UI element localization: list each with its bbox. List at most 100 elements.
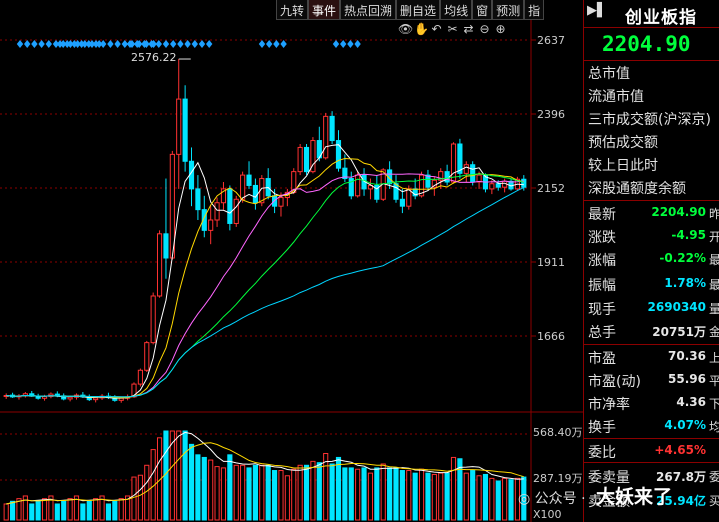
quote-row-label: 换手 [588, 420, 616, 436]
volume-bar [374, 467, 380, 521]
candle-body [278, 197, 284, 207]
candle-body [303, 146, 310, 173]
quote-row-label: 涨跌 [588, 230, 616, 246]
quote-row-value: 2204.90 [651, 205, 706, 219]
volume-bar [93, 498, 99, 521]
volume-bar [176, 430, 182, 521]
hand-icon[interactable]: ✋ [414, 22, 429, 36]
candle-body [329, 115, 335, 142]
candle-body [323, 115, 329, 159]
volume-bar [201, 456, 207, 521]
volume-bar [137, 474, 143, 521]
candle-body [521, 178, 527, 188]
candle-body [144, 342, 150, 371]
volume-bar [399, 470, 405, 521]
quote-row: 市净率 4.36 下 [584, 393, 719, 415]
candle-body [355, 174, 361, 197]
candle-body [227, 188, 233, 224]
chart-background [0, 0, 583, 522]
volume-bar [380, 463, 386, 521]
volume-bar [438, 472, 444, 521]
candle-body [182, 98, 188, 162]
eye-icon[interactable]: 👁 [398, 22, 413, 36]
toolbar-ma-lines[interactable]: 均线 [440, 0, 473, 20]
volume-bar [35, 500, 41, 521]
zoom-out-icon[interactable]: ⊖ [478, 22, 491, 36]
candle-body [176, 98, 182, 155]
volume-bar [476, 475, 482, 521]
quote-row-label: 总手 [588, 325, 616, 341]
volume-bar [61, 500, 67, 521]
quote-row-label: 委比 [588, 445, 616, 461]
toolbar-forecast[interactable]: 预测 [492, 0, 525, 20]
quote-row: 现手 2690340 量 [584, 298, 719, 320]
chart-icon-bar: 👁 ✋ ↶ ✂ ⇄ ⊖ ⊕ [398, 22, 507, 36]
volume-bar [112, 500, 118, 521]
zoom-in-icon[interactable]: ⊕ [494, 22, 507, 36]
volume-bar [182, 430, 188, 521]
volume-bar [265, 464, 271, 521]
quote-panel: ▶▌ 创业板指 2204.90 总市值 流通市值 三市成交额(沪深京) 预估成交… [583, 0, 719, 522]
quote-row-unit: 平 [709, 374, 719, 388]
kline-chart[interactable] [0, 0, 583, 522]
quote-row: 总手 20751万金 [584, 321, 719, 343]
quote-row: 涨跌 -4.95 开 [584, 226, 719, 248]
volume-bar [278, 470, 284, 521]
volume-tick-1: 568.40万 [533, 426, 583, 439]
divider [584, 60, 719, 61]
toolbar-hotspot-review[interactable]: 热点回溯 [340, 0, 397, 20]
toolbar-window[interactable]: 窗 [472, 0, 493, 20]
quote-row-value: 55.96 [668, 372, 706, 386]
swap-icon[interactable]: ⇄ [462, 22, 475, 36]
quote-row-value: 20751万 [652, 325, 706, 339]
quote-row-label: 最新 [588, 207, 616, 223]
candle-body [393, 183, 399, 200]
price-tick-3: 2152 [537, 182, 565, 195]
quote-row-unit: 买 [709, 494, 719, 508]
volume-bar [310, 460, 316, 521]
toolbar-event[interactable]: 事件 [308, 0, 341, 20]
volume-bar [393, 467, 399, 521]
candle-body [450, 143, 457, 183]
volume-bar [131, 476, 137, 521]
volume-bar [316, 462, 322, 521]
undo-icon[interactable]: ↶ [430, 22, 443, 36]
volume-bar [233, 464, 239, 521]
quote-row-unit: 下 [709, 397, 719, 411]
divider [584, 200, 719, 201]
toolbar-jiuzhuan[interactable]: 九转 [276, 0, 309, 20]
volume-bar [208, 459, 214, 521]
volume-bar [3, 503, 9, 521]
quote-row-unit: 昨 [709, 207, 719, 221]
quote-row-unit: 最 [709, 278, 719, 292]
collapse-arrow-icon[interactable]: ▶▌ [587, 3, 607, 18]
volume-bar [335, 456, 342, 521]
toolbar-indicator[interactable]: 指 [524, 0, 545, 20]
volume-bar [412, 472, 418, 521]
quote-row-unit: 金 [709, 325, 719, 339]
volume-bar [41, 498, 48, 521]
current-price: 2204.90 [602, 32, 691, 56]
quote-row-value: -4.95 [671, 228, 706, 242]
candle-body [470, 164, 476, 183]
candle-body [214, 202, 220, 221]
volume-bar [29, 503, 35, 521]
volume-bar [463, 472, 469, 521]
quote-row: 最新 2204.90 昨 [584, 203, 719, 225]
candle-body [495, 183, 501, 188]
toolbar-remove-watchlist[interactable]: 删自选 [396, 0, 441, 20]
volume-bar [342, 467, 348, 521]
scissors-icon[interactable]: ✂ [446, 22, 459, 36]
quote-row-value: 4.07% [664, 418, 706, 432]
quote-row-label: 振幅 [588, 278, 616, 294]
divider [584, 438, 719, 439]
quote-row-unit: 量 [709, 302, 719, 316]
volume-bar [67, 498, 73, 521]
fund-three-market-turnover: 三市成交额(沪深京) [588, 112, 711, 128]
volume-bar [367, 472, 374, 521]
candle-body [156, 233, 163, 297]
volume-tick-3: X100 [533, 508, 562, 521]
quote-row-label: 市净率 [588, 397, 630, 413]
quote-row-label: 现手 [588, 302, 616, 318]
volume-bar [86, 500, 92, 521]
